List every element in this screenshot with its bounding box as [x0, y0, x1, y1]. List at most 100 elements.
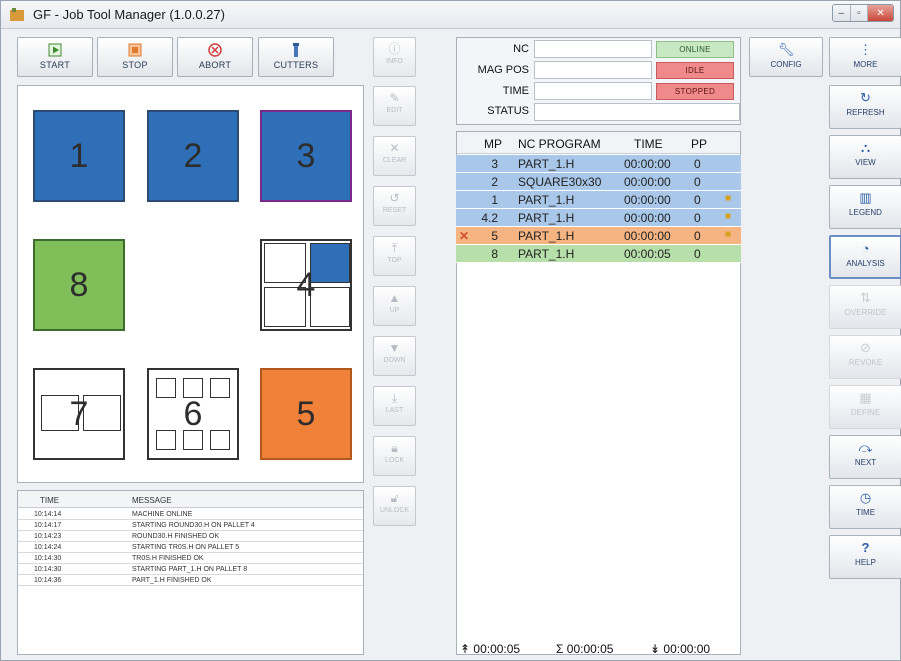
- message-log: TIME MESSAGE 10:14:14 MACHINE ONLINE 10:1…: [17, 490, 364, 655]
- log-row: 10:14:17 STARTING ROUND30.H ON PALLET 4: [18, 520, 363, 531]
- time-button[interactable]: ◷ TIME: [829, 485, 901, 529]
- reset-button[interactable]: ↺ RESET: [373, 186, 416, 226]
- window-title: GF - Job Tool Manager (1.0.0.27): [33, 7, 225, 22]
- lock-icon: 🔒︎: [391, 441, 398, 455]
- time-status-badge: STOPPED: [656, 83, 734, 100]
- cell-pp: 0: [694, 247, 701, 261]
- arrow-down-icon: ▼: [388, 341, 401, 355]
- refresh-button[interactable]: ↻ REFRESH: [829, 85, 901, 129]
- magazine-slot-2[interactable]: 2: [147, 110, 239, 202]
- cell-time: 00:00:00: [624, 157, 671, 171]
- nc-status-badge: ONLINE: [656, 41, 734, 58]
- analysis-button[interactable]: ◔ ANALYSIS: [829, 235, 901, 279]
- cell-program: PART_1.H: [518, 157, 575, 171]
- sub-pallet: [83, 395, 121, 431]
- info-icon: ⓘ: [388, 42, 401, 56]
- edit-button[interactable]: ✎ EDIT: [373, 86, 416, 126]
- more-icon: ⋮: [859, 42, 872, 57]
- cell-mp: 1: [491, 193, 498, 207]
- magazine-slot-8[interactable]: 8: [33, 239, 125, 331]
- arrow-up-icon: ▲: [388, 291, 401, 305]
- log-row: 10:14:14 MACHINE ONLINE: [18, 509, 363, 520]
- config-button[interactable]: 🔧︎ CONFIG: [749, 37, 823, 77]
- unlock-button[interactable]: 🔓︎ UNLOCK: [373, 486, 416, 526]
- abort-button[interactable]: ABORT: [177, 37, 253, 77]
- footer-sum-time: Σ 00:00:05: [556, 642, 614, 656]
- minimize-icon[interactable]: –: [833, 5, 851, 21]
- magazine-slot-3[interactable]: 3: [260, 110, 352, 202]
- table-row[interactable]: 3 PART_1.H 00:00:00 0: [456, 155, 741, 173]
- status-field: [534, 103, 740, 121]
- cell-pp: 0: [694, 211, 701, 225]
- magazine-slot-6[interactable]: 6: [147, 368, 239, 460]
- mag-status-badge: IDLE: [656, 62, 734, 79]
- arrow-bottom-icon: ⤓: [391, 391, 398, 405]
- lock-icon: ■: [725, 193, 732, 204]
- cell-program: SQUARE30x30: [518, 175, 602, 189]
- stop-icon: [128, 43, 142, 57]
- magazine-slot-7[interactable]: 7: [33, 368, 125, 460]
- close-icon[interactable]: ✕: [868, 5, 893, 21]
- cutter-tool-icon: [293, 43, 299, 57]
- lock-button[interactable]: 🔒︎ LOCK: [373, 436, 416, 476]
- cell-mp: 5: [491, 229, 498, 243]
- maximize-icon[interactable]: ▫: [850, 5, 869, 21]
- table-row[interactable]: 2 SQUARE30x30 00:00:00 0: [456, 173, 741, 191]
- sub-pallet: [156, 378, 176, 398]
- cell-mp: 4.2: [481, 211, 498, 225]
- last-button[interactable]: ⤓ LAST: [373, 386, 416, 426]
- override-button[interactable]: ⇅ OVERRIDE: [829, 285, 901, 329]
- define-button[interactable]: ▦ DEFINE: [829, 385, 901, 429]
- magazine-slot-1[interactable]: 1: [33, 110, 125, 202]
- log-row: 10:14:36 PART_1.H FINISHED OK: [18, 575, 363, 586]
- refresh-icon: ↻: [860, 90, 871, 105]
- log-row: 10:14:30 STARTING PART_1.H ON PALLET 8: [18, 564, 363, 575]
- cell-mp: 8: [491, 247, 498, 261]
- define-icon: ▦: [859, 390, 872, 405]
- cell-pp: 0: [694, 157, 701, 171]
- cell-program: PART_1.H: [518, 247, 575, 261]
- view-button[interactable]: ⛬ VIEW: [829, 135, 901, 179]
- pencil-icon: ✎: [389, 91, 400, 105]
- magazine-slot-4[interactable]: 4: [260, 239, 352, 331]
- table-row[interactable]: 4.2 PART_1.H 00:00:00 0 ■: [456, 209, 741, 227]
- help-button[interactable]: ? HELP: [829, 535, 901, 579]
- log-row: 10:14:24 STARTING TR0S.H ON PALLET 5: [18, 542, 363, 553]
- lock-icon: ■: [725, 211, 732, 222]
- app-icon: [10, 8, 24, 21]
- stop-button[interactable]: STOP: [97, 37, 173, 77]
- table-row[interactable]: 1 PART_1.H 00:00:00 0 ■: [456, 191, 741, 209]
- revoke-button[interactable]: ⊘ REVOKE: [829, 335, 901, 379]
- clear-button[interactable]: ✕ CLEAR: [373, 136, 416, 176]
- next-button[interactable]: ⤼ NEXT: [829, 435, 901, 479]
- clock-icon: ◷: [859, 490, 872, 505]
- cell-time: 00:00:00: [624, 229, 671, 243]
- clear-icon: ✕: [389, 141, 400, 155]
- start-button[interactable]: START: [17, 37, 93, 77]
- nc-field: [534, 40, 652, 58]
- up-button[interactable]: ▲ UP: [373, 286, 416, 326]
- sub-pallet-active: [310, 243, 350, 283]
- window-controls: – ▫ ✕: [832, 4, 894, 22]
- cutters-button[interactable]: CUTTERS: [258, 37, 334, 77]
- cell-time: 00:00:00: [624, 211, 671, 225]
- top-button[interactable]: ⤒ TOP: [373, 236, 416, 276]
- more-button[interactable]: ⋮ MORE: [829, 37, 901, 77]
- revoke-icon: ⊘: [860, 340, 871, 355]
- sub-pallet: [210, 430, 230, 450]
- sub-pallet: [156, 430, 176, 450]
- down-button[interactable]: ▼ DOWN: [373, 336, 416, 376]
- next-icon: ⤼: [858, 440, 873, 455]
- cell-pp: 0: [694, 193, 701, 207]
- cell-pp: 0: [694, 229, 701, 243]
- magazine-slot-5[interactable]: 5: [260, 368, 352, 460]
- cell-mp: 3: [491, 157, 498, 171]
- table-row[interactable]: ✕ 5 PART_1.H 00:00:00 0 ■: [456, 227, 741, 245]
- legend-button[interactable]: ▥ LEGEND: [829, 185, 901, 229]
- mag-pos-field: [534, 61, 652, 79]
- unlock-icon: 🔓︎: [390, 491, 399, 505]
- info-button[interactable]: ⓘ INFO: [373, 37, 416, 77]
- table-row[interactable]: 8 PART_1.H 00:00:05 0: [456, 245, 741, 263]
- lock-icon: ■: [725, 229, 732, 240]
- cell-time: 00:00:00: [624, 175, 671, 189]
